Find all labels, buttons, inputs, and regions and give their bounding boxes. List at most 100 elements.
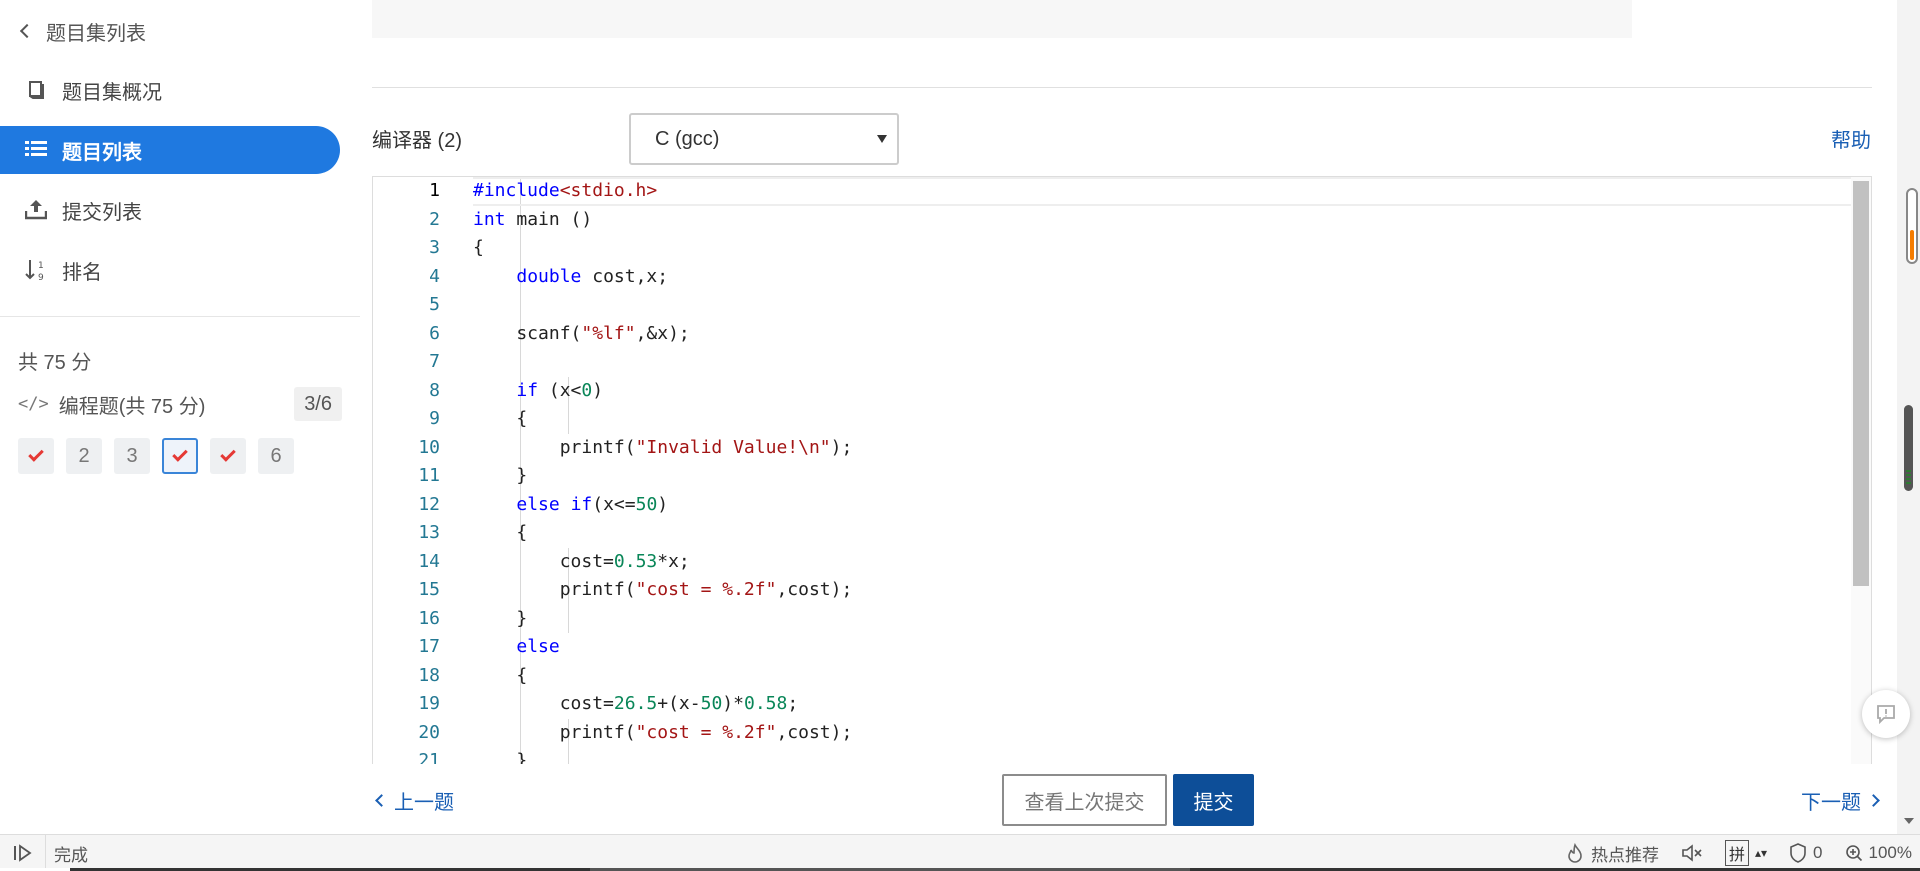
code-line[interactable]: } <box>473 605 1851 634</box>
code-line[interactable]: else <box>473 633 1851 662</box>
code-line[interactable]: { <box>473 662 1851 691</box>
code-line[interactable]: } <box>473 462 1851 491</box>
line-number: 4 <box>429 265 440 287</box>
previous-problem-label: 上一题 <box>394 792 454 814</box>
submit-button[interactable]: 提交 <box>1173 774 1254 826</box>
mute-button[interactable] <box>1681 844 1703 862</box>
code-line[interactable]: if (x<0) <box>473 377 1851 406</box>
code-editor[interactable]: 1 2 3 4 5 6 7 8 9 10 11 12 13 14 15 16 17 18 19 20 21 #inclu… <box>372 176 1872 764</box>
line-number: 20 <box>418 721 440 743</box>
chevron-left-icon <box>375 794 388 807</box>
sidebar-item-label: 题目列表 <box>62 141 142 164</box>
code-line[interactable]: { <box>473 234 1851 263</box>
view-last-submission-button[interactable]: 查看上次提交 <box>1002 774 1167 826</box>
code-line[interactable]: else if(x<=50) <box>473 491 1851 520</box>
hot-recommend-button[interactable]: 热点推荐 <box>1565 841 1659 866</box>
editor-scrollbar-thumb[interactable] <box>1853 181 1869 586</box>
code-line[interactable]: { <box>473 405 1851 434</box>
sidebar-item-label: 提交列表 <box>62 201 142 224</box>
line-number: 15 <box>418 579 440 600</box>
question-button-2[interactable]: 2 <box>66 438 102 474</box>
code-line[interactable]: printf("Invalid Value!\n"); <box>473 434 1851 463</box>
question-button-3[interactable]: 3 <box>114 438 150 474</box>
line-number: 8 <box>429 379 440 401</box>
hot-recommend-label: 热点推荐 <box>1590 845 1659 865</box>
code-line[interactable]: cost=0.53*x; <box>473 548 1851 577</box>
zoom-icon <box>1845 845 1862 862</box>
sidebar-toggle-icon[interactable] <box>0 835 46 871</box>
code-line[interactable]: printf("cost = %.2f",cost); <box>473 719 1851 748</box>
check-icon <box>220 446 236 462</box>
question-button-5[interactable] <box>210 438 246 474</box>
code-icon: </> <box>18 394 49 414</box>
line-number: 5 <box>429 294 440 315</box>
code-line[interactable]: double cost,x; <box>473 263 1851 292</box>
chevron-right-icon <box>1867 794 1880 807</box>
code-line[interactable] <box>473 291 1851 320</box>
ime-indicator[interactable]: 拼 ▴▾ <box>1724 840 1768 866</box>
section-label: 编程题(共 75 分) <box>58 395 206 418</box>
caret-down-icon <box>877 135 887 143</box>
code-area[interactable]: #include<stdio.h> int main (){ double cos… <box>473 177 1851 764</box>
code-line[interactable]: printf("cost = %.2f",cost); <box>473 576 1851 605</box>
sidebar-item-ranking[interactable]: 19 排名 <box>0 246 340 294</box>
ime-toggle-icon: ▴▾ <box>1755 846 1768 860</box>
line-number: 11 <box>418 465 440 486</box>
next-problem-link[interactable]: 下一题 <box>1801 786 1880 815</box>
feedback-button[interactable] <box>1862 690 1910 738</box>
line-number: 14 <box>418 550 440 572</box>
code-line[interactable]: } <box>473 747 1851 764</box>
scrollbar-grip-icon <box>1906 470 1911 486</box>
code-line[interactable]: { <box>473 519 1851 548</box>
main-divider <box>372 87 1872 88</box>
sidebar-item-overview[interactable]: 题目集概况 <box>0 66 340 114</box>
line-number: 9 <box>429 408 440 429</box>
total-score: 共 75 分 <box>18 352 92 374</box>
code-line[interactable]: int main () <box>473 206 1851 235</box>
section-progress-badge: 3/6 <box>294 387 342 421</box>
sidebar: 题目集列表 题目集概况 题目列表 提交列表 19 排名 共 75 分 </> 编… <box>0 0 360 834</box>
zoom-control[interactable]: 100% <box>1845 843 1912 863</box>
help-link[interactable]: 帮助 <box>1831 124 1871 153</box>
line-number: 3 <box>429 237 440 258</box>
shield-icon <box>1790 843 1806 863</box>
sort-numeric-icon: 19 <box>24 258 48 282</box>
editor-scrollbar[interactable] <box>1851 177 1871 764</box>
upload-icon <box>24 198 48 222</box>
chevron-left-icon <box>19 23 35 39</box>
compiler-selected-value: C (gcc) <box>655 127 720 150</box>
side-widget-tab[interactable] <box>1906 188 1918 264</box>
code-line[interactable]: cost=26.5+(x-50)*0.58; <box>473 690 1851 719</box>
section-programming[interactable]: </> 编程题(共 75 分) 3/6 <box>18 386 342 422</box>
line-number: 19 <box>418 693 440 714</box>
scroll-down-arrow-icon[interactable] <box>1904 818 1914 824</box>
line-number: 17 <box>418 636 440 657</box>
line-number: 12 <box>418 493 440 515</box>
sidebar-item-submissions[interactable]: 提交列表 <box>0 186 340 234</box>
speaker-mute-icon <box>1682 844 1702 862</box>
question-grid: 2 3 6 <box>18 438 294 474</box>
line-number-gutter: 1 2 3 4 5 6 7 8 9 10 11 12 13 14 15 16 17 18 19 20 21 <box>373 177 458 764</box>
adblock-indicator[interactable]: 0 <box>1789 843 1823 863</box>
line-number: 6 <box>429 322 440 344</box>
previous-problem-link[interactable]: 上一题 <box>375 786 454 815</box>
sidebar-item-label: 排名 <box>62 261 102 284</box>
line-number: 2 <box>429 208 440 230</box>
code-line[interactable]: scanf("%lf",&x); <box>473 320 1851 349</box>
question-button-1[interactable] <box>18 438 54 474</box>
code-line[interactable]: #include<stdio.h> <box>473 177 1851 206</box>
adblock-count: 0 <box>1813 843 1823 862</box>
back-to-problem-sets-link[interactable]: 题目集列表 <box>16 14 146 48</box>
feedback-icon <box>1877 705 1895 725</box>
sidebar-item-problem-list[interactable]: 题目列表 <box>0 126 340 174</box>
line-number: 1 <box>429 180 440 201</box>
flame-icon <box>1568 843 1582 863</box>
book-icon <box>24 78 48 102</box>
compiler-label: 编译器 (2) <box>372 130 462 152</box>
code-line[interactable] <box>473 348 1851 377</box>
line-number: 21 <box>418 750 440 764</box>
question-button-4[interactable] <box>162 438 198 474</box>
compiler-select[interactable]: C (gcc) <box>629 113 899 165</box>
question-button-6[interactable]: 6 <box>258 438 294 474</box>
ime-label: 拼 <box>1724 840 1749 866</box>
